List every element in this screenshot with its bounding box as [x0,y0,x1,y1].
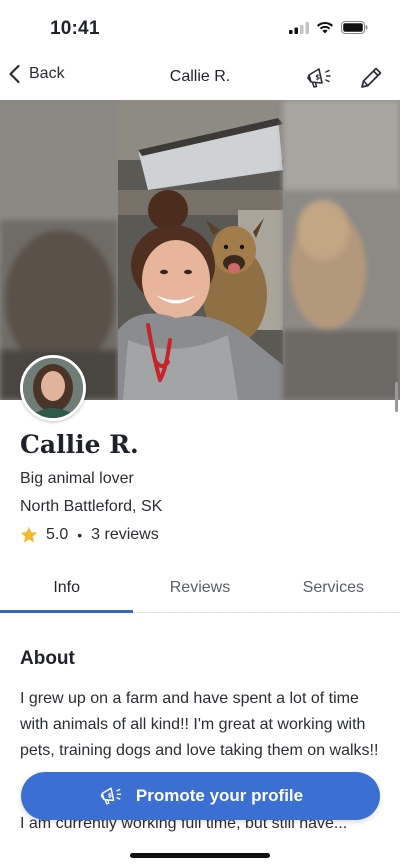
promote-profile-button[interactable]: $ Promote your profile [21,772,380,820]
promote-label: Promote your profile [135,786,304,805]
photo-main[interactable] [118,100,283,400]
cellular-signal-icon [289,21,309,34]
tab-info[interactable]: Info [0,566,134,613]
avatar-image [23,358,83,418]
svg-text:$: $ [315,74,320,82]
scroll-indicator [395,382,398,412]
separator-dot: • [77,527,83,543]
review-count: 3 reviews [91,526,159,543]
avatar [20,355,86,421]
rating-row[interactable]: 5.0 • 3 reviews [20,526,159,544]
home-indicator [130,853,270,858]
svg-text:$: $ [108,792,112,799]
status-bar: 10:41 [0,0,400,56]
about-title: About [20,648,75,669]
nav-bar: Back Callie R. $ [0,56,400,100]
profile-location: North Battleford, SK [20,498,163,515]
about-text: I grew up on a farm and have spent a lot… [20,686,382,832]
about-paragraph: I grew up on a farm and have spent a lot… [20,690,379,759]
promote-icon-button[interactable]: $ [304,63,334,93]
profile-name: Callie R. [20,430,139,459]
profile-tagline: Big animal lover [20,470,134,487]
tab-reviews[interactable]: Reviews [133,566,266,612]
rating-value: 5.0 [46,526,69,543]
photo-right-preview[interactable] [283,100,400,400]
photo-right-image [283,100,400,400]
tab-services[interactable]: Services [267,566,400,612]
status-icons [289,21,368,34]
photo-main-image [118,100,283,400]
star-icon [20,526,38,543]
megaphone-dollar-icon: $ [307,68,331,88]
megaphone-dollar-icon: $ [100,787,122,805]
pencil-icon [361,67,382,88]
battery-icon [341,21,368,34]
profile-tabs: Info Reviews Services [0,566,400,613]
nav-title: Callie R. [169,68,231,85]
status-time: 10:41 [50,18,100,39]
wifi-icon [317,21,333,34]
edit-profile-button[interactable] [356,63,386,93]
